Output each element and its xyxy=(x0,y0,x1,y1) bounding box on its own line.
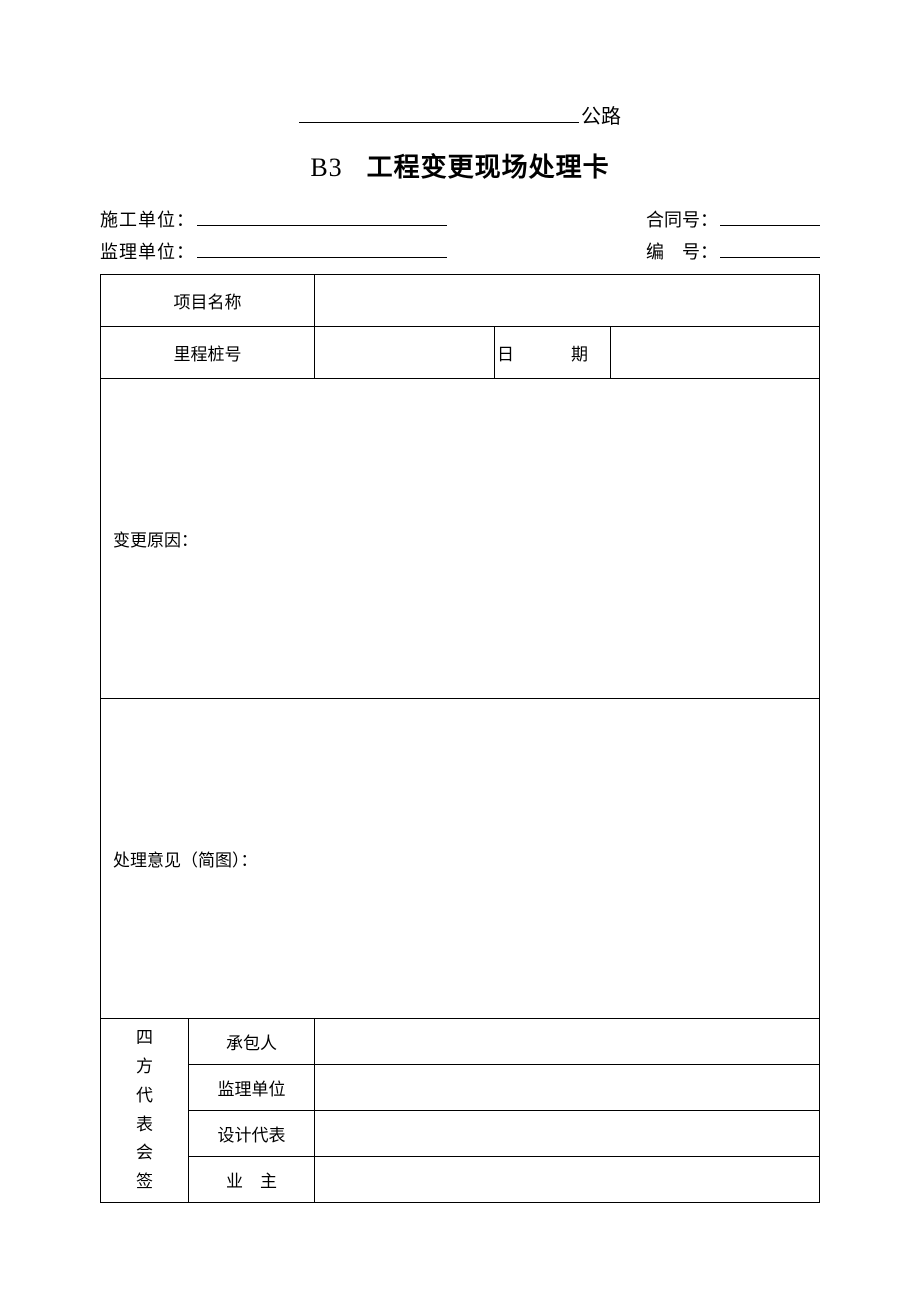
sig-owner-label: 业 主 xyxy=(189,1157,315,1203)
four-party-char-6: 签 xyxy=(101,1168,188,1197)
project-name-value xyxy=(315,275,820,327)
project-name-label: 项目名称 xyxy=(101,275,315,327)
row-sig-supervisor: 监理单位 xyxy=(101,1065,820,1111)
four-party-label-cell: 四 方 代 表 会 签 xyxy=(101,1019,189,1203)
construction-unit-field: 施工单位： xyxy=(100,206,447,232)
meta-block: 施工单位： 合同号： 监理单位： 编 号： xyxy=(100,206,820,264)
sig-contractor-value xyxy=(315,1019,820,1065)
mileage-value xyxy=(315,327,495,379)
row-handling-opinion: 处理意见（简图）： xyxy=(101,699,820,1019)
meta-row-2: 监理单位： 编 号： xyxy=(100,238,820,264)
sig-designer-label: 设计代表 xyxy=(189,1111,315,1157)
header-road-line: 公路 xyxy=(100,100,820,129)
construction-unit-label: 施工单位： xyxy=(100,206,195,232)
row-sig-contractor: 四 方 代 表 会 签 承包人 xyxy=(101,1019,820,1065)
date-label: 日 期 xyxy=(495,327,611,379)
sig-owner-value xyxy=(315,1157,820,1203)
row-sig-owner: 业 主 xyxy=(101,1157,820,1203)
main-form-table: 项目名称 里程桩号 日 期 变更原因： 处理意见（简图）： 四 方 代 表 会 … xyxy=(100,274,820,1203)
row-mileage: 里程桩号 日 期 xyxy=(101,327,820,379)
road-name-blank xyxy=(299,105,579,123)
date-value xyxy=(611,327,820,379)
four-party-char-4: 表 xyxy=(101,1111,188,1140)
serial-no-label: 编 号： xyxy=(646,238,718,264)
meta-row-1: 施工单位： 合同号： xyxy=(100,206,820,232)
row-sig-designer: 设计代表 xyxy=(101,1111,820,1157)
row-change-reason: 变更原因： xyxy=(101,379,820,699)
four-party-char-5: 会 xyxy=(101,1139,188,1168)
four-party-char-2: 方 xyxy=(101,1053,188,1082)
contract-no-field: 合同号： xyxy=(646,206,820,232)
change-reason-label: 变更原因： xyxy=(101,518,819,559)
construction-unit-blank xyxy=(197,210,447,226)
four-party-char-1: 四 xyxy=(101,1024,188,1053)
contract-no-label: 合同号： xyxy=(646,206,718,232)
handling-opinion-label: 处理意见（简图）： xyxy=(101,838,819,879)
sig-supervisor-value xyxy=(315,1065,820,1111)
serial-no-blank xyxy=(720,242,820,258)
form-title: 工程变更现场处理卡 xyxy=(367,153,610,182)
supervision-unit-label: 监理单位： xyxy=(100,238,195,264)
four-party-char-3: 代 xyxy=(101,1082,188,1111)
road-suffix: 公路 xyxy=(581,106,621,128)
row-project-name: 项目名称 xyxy=(101,275,820,327)
document-title: B3 工程变更现场处理卡 xyxy=(100,147,820,184)
sig-contractor-label: 承包人 xyxy=(189,1019,315,1065)
form-code: B3 xyxy=(310,153,342,182)
mileage-label: 里程桩号 xyxy=(101,327,315,379)
sig-supervisor-label: 监理单位 xyxy=(189,1065,315,1111)
supervision-unit-field: 监理单位： xyxy=(100,238,447,264)
supervision-unit-blank xyxy=(197,242,447,258)
sig-designer-value xyxy=(315,1111,820,1157)
contract-no-blank xyxy=(720,210,820,226)
serial-no-field: 编 号： xyxy=(646,238,820,264)
